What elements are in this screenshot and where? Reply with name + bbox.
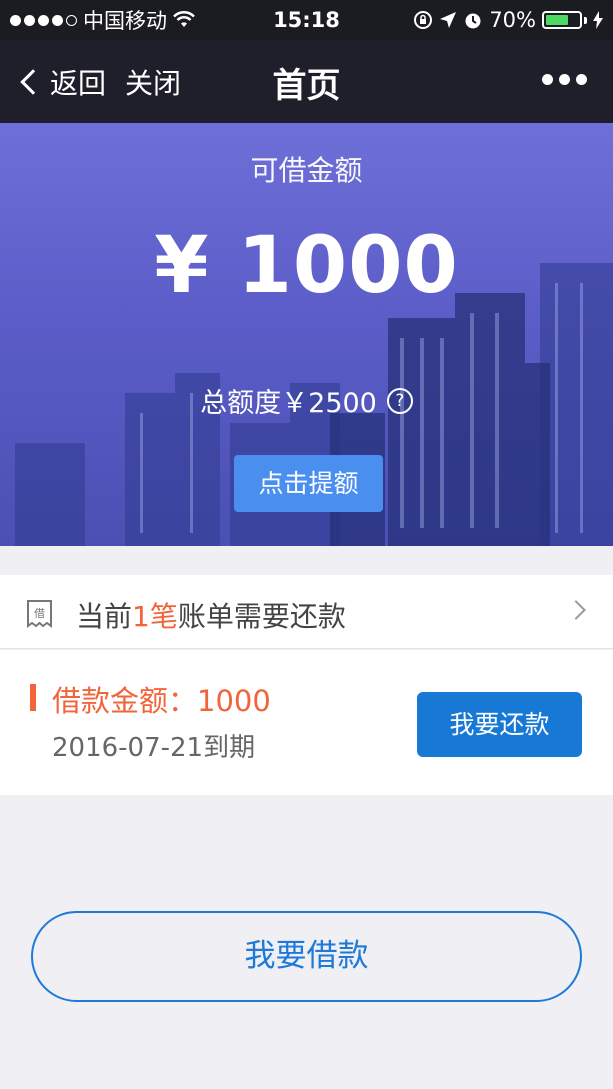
battery-level-fill	[546, 15, 569, 25]
bill-notice-text: 当前1笔账单需要还款	[76, 595, 346, 635]
back-button[interactable]: 返回	[18, 62, 106, 102]
bill-suffix: 账单需要还款	[177, 600, 346, 633]
chevron-right-icon	[566, 600, 586, 620]
loan-card: 借款金额：1000 2016-07-21到期 我要还款	[0, 650, 613, 795]
bill-notice-row[interactable]: 借 当前1笔账单需要还款	[0, 575, 613, 649]
more-dots-icon	[542, 74, 553, 85]
loan-amount: 借款金额：1000	[52, 684, 271, 718]
back-label: 返回	[50, 67, 107, 100]
chevron-left-icon	[20, 69, 46, 95]
alarm-icon	[465, 13, 481, 29]
battery-percent: 70%	[489, 8, 536, 32]
bill-count: 1笔	[132, 600, 178, 633]
loan-accent-bar	[30, 684, 36, 711]
bill-icon-char: 借	[34, 607, 45, 620]
rotation-lock-icon	[414, 11, 433, 29]
signal-dots-icon	[10, 14, 77, 26]
more-menu-button[interactable]	[542, 74, 587, 85]
borrow-button[interactable]: 我要借款	[31, 911, 582, 1002]
total-credit-text: 总额度￥2500	[200, 388, 377, 419]
wifi-icon	[173, 11, 195, 27]
charging-icon	[593, 11, 603, 29]
location-arrow-icon	[440, 12, 457, 28]
status-bar: 中国移动 15:18 70%	[0, 0, 613, 40]
repay-button[interactable]: 我要还款	[417, 692, 582, 757]
bill-icon: 借	[27, 600, 52, 628]
available-amount-label: 可借金额	[250, 154, 363, 187]
battery-icon	[542, 11, 587, 29]
help-icon[interactable]: ?	[386, 387, 413, 414]
nav-bar: 返回 关闭 首页	[0, 40, 613, 123]
available-amount-value: ¥ 1000	[154, 221, 459, 311]
bill-prefix: 当前	[76, 600, 133, 633]
status-left: 中国移动	[10, 5, 195, 35]
credit-hero: 可借金额 ¥ 1000 总额度￥2500 ? 点击提额	[0, 123, 613, 546]
raise-limit-button[interactable]: 点击提额	[234, 455, 383, 512]
total-credit-line: 总额度￥2500 ?	[0, 381, 613, 420]
loan-due-date: 2016-07-21到期	[52, 733, 256, 763]
close-button[interactable]: 关闭	[125, 62, 181, 102]
status-right: 70%	[413, 8, 603, 32]
carrier-name: 中国移动	[83, 9, 167, 33]
